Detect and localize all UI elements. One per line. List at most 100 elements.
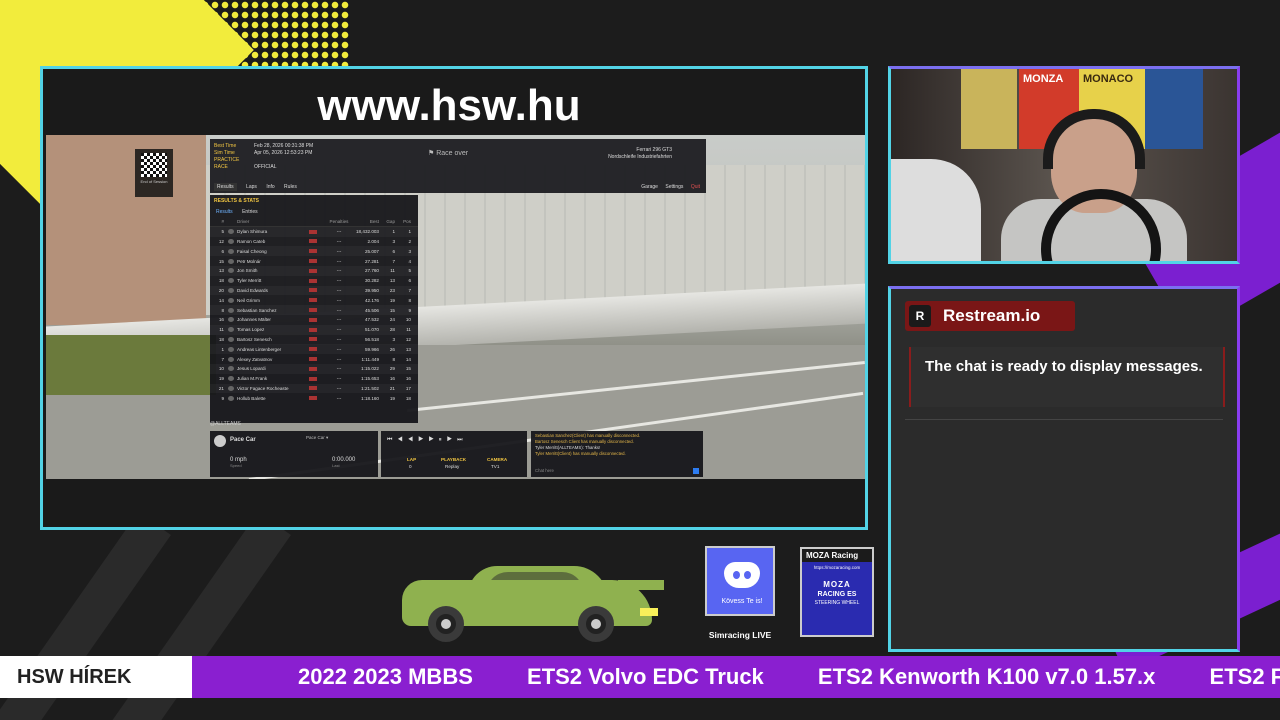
table-row[interactable]: 18 Tyler Merritt --- 30.282 13 6	[210, 276, 418, 286]
table-row[interactable]: 19 Julian M.Frank --- 1:15.653 16 16	[210, 374, 418, 384]
car-light	[640, 608, 658, 616]
driver-avatar	[228, 307, 234, 313]
tab-rules[interactable]: Rules	[284, 184, 297, 190]
position-value: 1	[408, 229, 411, 235]
flag-icon	[309, 386, 317, 391]
team-tag: @ALLTEAMS	[210, 421, 241, 427]
car-spoiler	[618, 580, 664, 590]
penalties: ---	[336, 248, 342, 254]
tab-results[interactable]: Results	[214, 183, 237, 191]
driver-name: Tyler Merritt	[237, 278, 262, 284]
best-time: 27.281	[364, 258, 379, 264]
restream-chat-panel: R Restream.io The chat is ready to displ…	[888, 286, 1240, 652]
sim-time-clock: 12:53:23 PM	[284, 150, 313, 156]
driver-name: David Edwards	[237, 287, 268, 293]
table-row[interactable]: 7 Alexey Zatvatnov --- 1:11.449 8 14	[210, 354, 418, 364]
moza-sponsor[interactable]: MOZA Racing https://mozaracing.com MOZA …	[800, 547, 874, 637]
flag-icon	[309, 357, 317, 362]
best-time: 47.532	[364, 317, 379, 323]
send-icon[interactable]	[693, 468, 699, 474]
position-value: 5	[408, 268, 411, 274]
best-time: 42.176	[364, 297, 379, 303]
driver-avatar	[228, 336, 234, 342]
car-selector[interactable]: Pace Car ▾	[306, 435, 328, 441]
table-row[interactable]: 15 Petr Molnár --- 27.281 7 4	[210, 256, 418, 266]
col-gap: Gap	[386, 218, 395, 224]
flag-icon	[309, 249, 317, 254]
row-number: 1	[221, 346, 224, 352]
tab-info[interactable]: Info	[266, 184, 274, 190]
driver-avatar	[228, 327, 234, 333]
gap-value: 3	[392, 336, 395, 342]
table-row[interactable]: 1 Andreas Lintenberger --- 59.966 26 13	[210, 344, 418, 355]
lap-value: 0	[409, 464, 412, 469]
camera-label: CAMERA	[487, 457, 508, 462]
driver-name: Johannes Mälter	[237, 317, 271, 323]
gap-value: 7	[392, 258, 395, 264]
row-number: 15	[218, 258, 224, 264]
tab-results-list[interactable]: Results	[216, 209, 233, 215]
settings-button[interactable]: Settings	[665, 184, 683, 190]
penalties: ---	[336, 317, 342, 323]
table-row[interactable]: 21 Victor Fagace Rocheaste --- 1:21.502 21 17	[210, 383, 418, 394]
checkered-flag-icon	[141, 153, 167, 177]
table-row[interactable]: 12 Ramon Cateb --- 2.004 3 2	[210, 237, 418, 247]
car-wheel	[428, 606, 464, 642]
table-row[interactable]: 11 Tomas Lopez --- 51.070 28 11	[210, 324, 418, 335]
best-time: 51.070	[364, 327, 379, 333]
table-row[interactable]: 14 Neil Grimm --- 42.176 19 8	[210, 295, 418, 305]
best-time: 1:11.449	[361, 356, 379, 362]
building	[46, 135, 206, 325]
flag-icon	[309, 268, 317, 273]
table-row[interactable]: 13 Jon Smith --- 27.760 11 5	[210, 265, 418, 276]
row-number: 21	[218, 385, 224, 391]
row-number: 18	[218, 278, 224, 284]
discord-promo[interactable]: Kövess Te is! Simracing LIVE	[705, 546, 775, 640]
best-time: 1:18.160	[361, 395, 379, 401]
table-row[interactable]: 5 Dylan Shimura --- 18,432.003 1 1	[210, 226, 418, 237]
position-value: 18	[405, 395, 411, 401]
penalties: ---	[336, 229, 342, 235]
track-name: Nordschleife Industriefahrten	[608, 154, 672, 160]
background-dot-pattern	[120, 0, 350, 70]
moza-line1: RACING ES	[817, 591, 857, 598]
ticker-label: HSW HÍREK	[0, 656, 192, 698]
driver-name: Sebastian Sanchez	[237, 307, 277, 313]
table-row[interactable]: 10 Jesus Lopardi --- 1:15.022 29 15	[210, 363, 418, 374]
garage-button[interactable]: Garage	[641, 184, 658, 190]
tab-entries[interactable]: Entries	[242, 209, 258, 215]
lap-label: LAP	[407, 457, 417, 462]
flag-icon	[309, 366, 317, 371]
gap-value: 8	[392, 356, 395, 362]
quit-button[interactable]: Quit	[691, 184, 700, 190]
camera-value[interactable]: TV1	[491, 464, 499, 469]
table-row[interactable]: 20 David Edwards --- 39.950 23 7	[210, 285, 418, 296]
col-pos: Pos	[403, 218, 411, 224]
col-best: Best	[369, 218, 379, 224]
table-row[interactable]: 8 Sebastian Sanchez --- 45.506 15 9	[210, 305, 418, 315]
chat-message: Tyler Merritt(Client) has manually disco…	[535, 451, 626, 456]
chat-input[interactable]: Chat here	[535, 468, 554, 474]
position-value: 2	[408, 238, 411, 244]
table-row[interactable]: 9 Hollub Balette --- 1:18.160 19 18	[210, 393, 418, 403]
position-value: 13	[405, 346, 411, 352]
tab-laps[interactable]: Laps	[246, 184, 257, 190]
table-row[interactable]: 6 Faisal Cheong --- 25.007 6 3	[210, 246, 418, 257]
penalties: ---	[336, 336, 342, 342]
restream-header: R Restream.io	[905, 301, 1075, 331]
car-wheel	[578, 606, 614, 642]
table-row[interactable]: 16 Johannes Mälter --- 47.532 24 10	[210, 315, 418, 325]
speed-readout: 0 mph Speed	[230, 457, 247, 468]
driver-avatar	[228, 356, 234, 362]
playback-buttons[interactable]: ⏮◀◀▶▶⏸▶⏭	[387, 437, 468, 444]
gap-value: 28	[389, 327, 395, 333]
driver-avatar	[228, 395, 234, 401]
restream-brand: Restream.io	[943, 306, 1041, 325]
playback-value[interactable]: Replay	[445, 464, 459, 469]
results-panel: RESULTS & STATS Results Entries # Driver…	[210, 195, 418, 423]
driver-name: Faisal Cheong	[237, 248, 267, 254]
table-row[interactable]: 18 Bartosz Senesch --- 56.518 3 12	[210, 335, 418, 345]
driver-avatar	[228, 366, 234, 372]
sim-time-value: Apr 05, 2026	[254, 150, 283, 156]
position-value: 16	[405, 376, 411, 382]
